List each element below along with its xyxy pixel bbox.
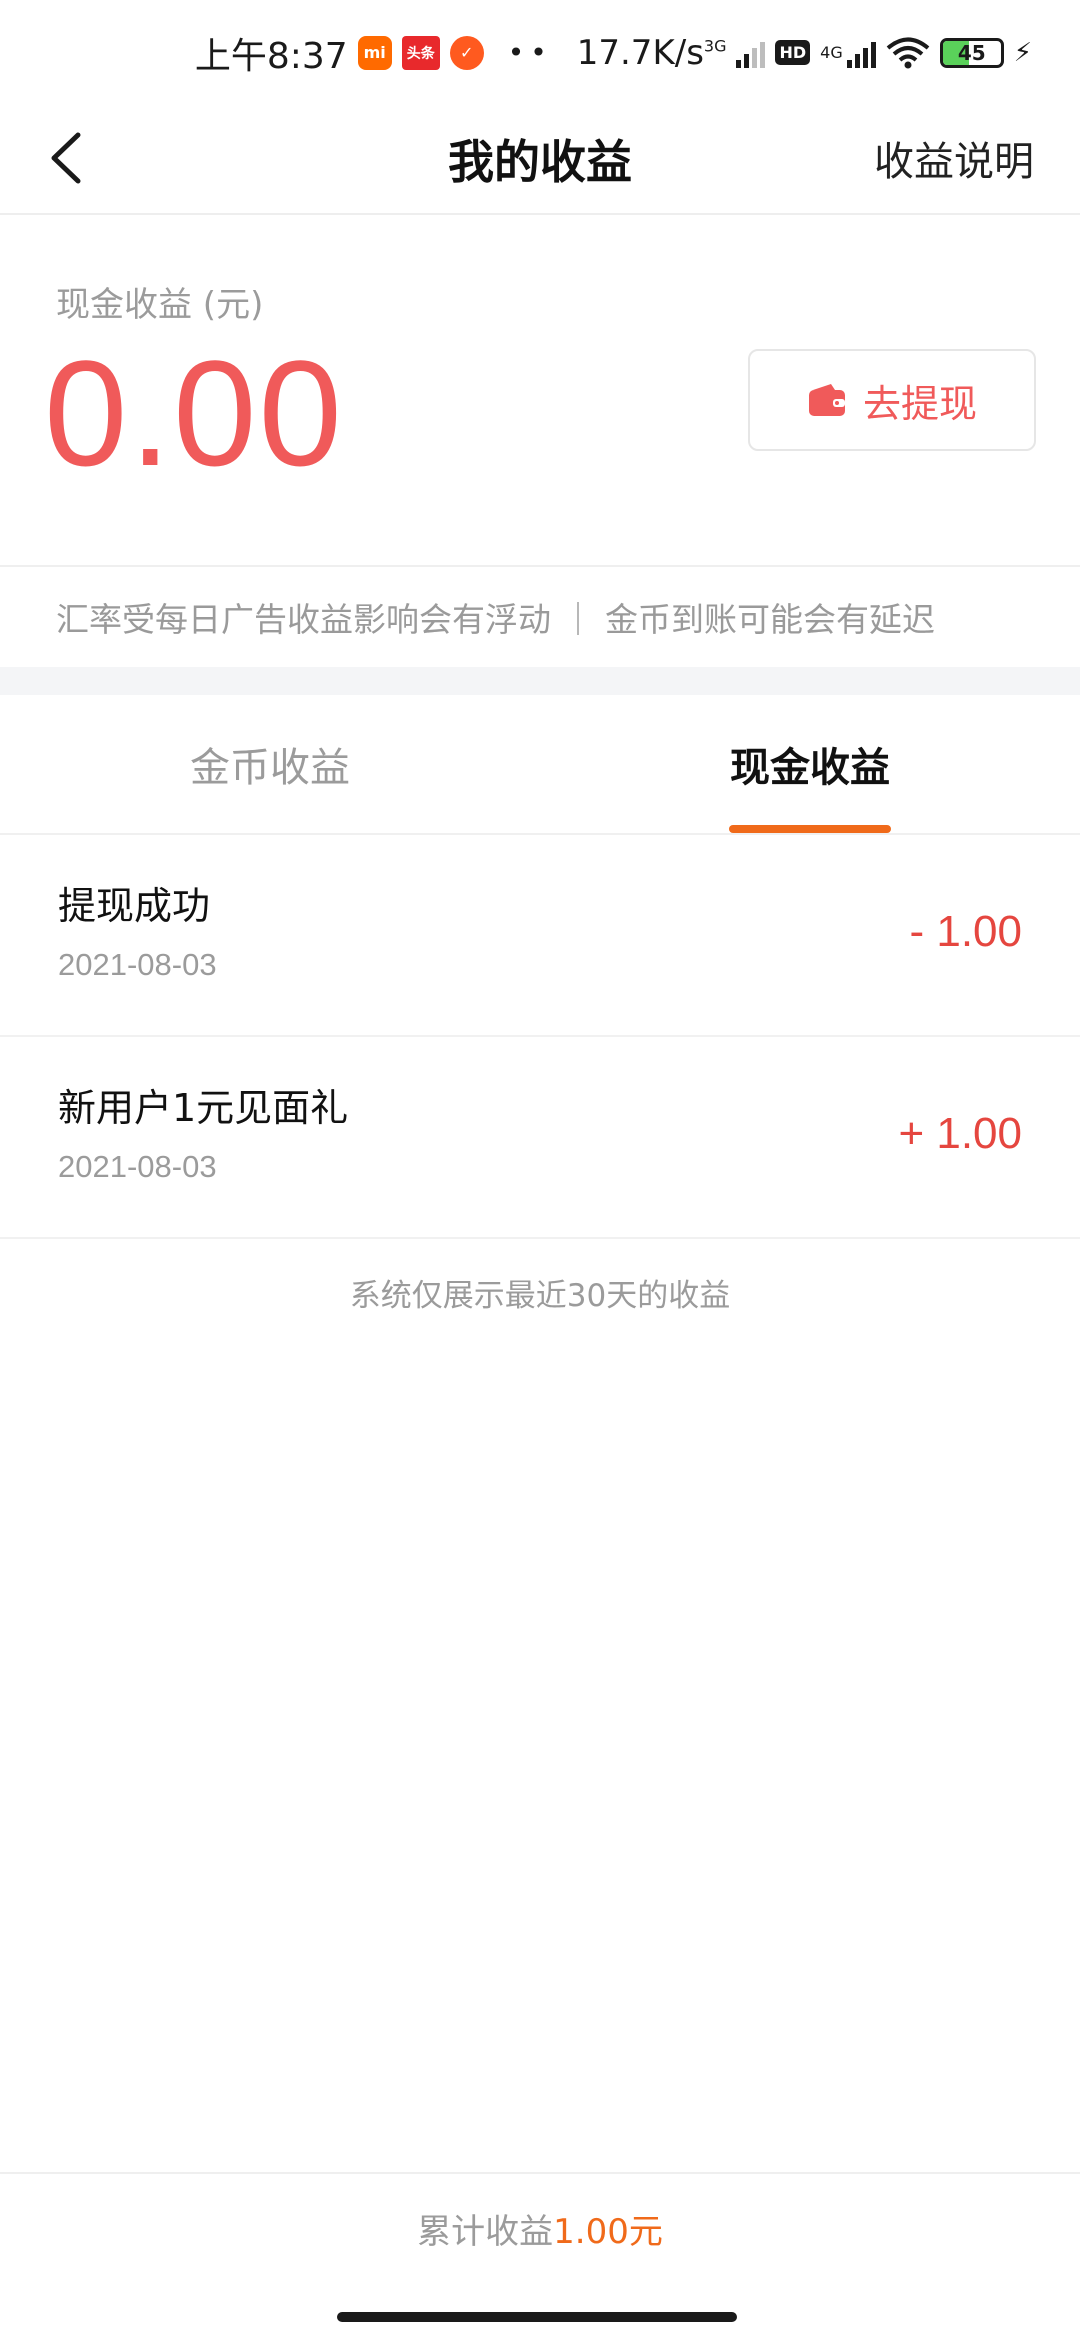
record-amount: - 1.00 — [909, 907, 1022, 956]
back-arrow-icon[interactable] — [40, 123, 100, 193]
status-time: 上午8:37 — [194, 35, 348, 77]
top-nav-bar: 我的收益 收益说明 — [0, 105, 1080, 215]
list-footnote: 系统仅展示最近30天的收益 — [349, 1278, 731, 1314]
tab-coin-earnings-label: 金币收益 — [190, 745, 350, 791]
signal-2-icon — [846, 38, 876, 68]
record-title: 新用户1元见面礼 — [58, 1086, 349, 1130]
signal-1-icon — [736, 38, 766, 68]
record-amount: + 1.00 — [898, 1109, 1022, 1158]
earnings-tabs: 金币收益 现金收益 — [0, 695, 1080, 835]
more-notifications-icon: •• — [507, 36, 553, 69]
total-earnings-bar: 累计收益 1.00元 — [0, 2172, 1080, 2282]
network-type-2: 4G — [820, 43, 843, 62]
battery-icon: 45 — [939, 37, 1004, 68]
red-app-icon: ✓ — [449, 35, 484, 70]
network-type-1: 3G — [703, 36, 727, 56]
tab-cash-earnings-label: 现金收益 — [730, 745, 890, 791]
charging-bolt-icon: ⚡ — [1013, 37, 1032, 68]
tab-cash-earnings[interactable]: 现金收益 — [540, 695, 1080, 833]
network-speed: 17.7K/s3G — [577, 33, 727, 73]
list-item: 提现成功 2021-08-03 - 1.00 — [0, 835, 1080, 1037]
balance-amount: 0.00 — [44, 329, 344, 497]
record-title: 提现成功 — [58, 884, 211, 928]
battery-level: 45 — [957, 40, 986, 65]
tab-coin-earnings[interactable]: 金币收益 — [0, 695, 540, 833]
wifi-icon — [886, 37, 930, 68]
active-tab-indicator — [729, 825, 891, 833]
hd-icon: HD — [775, 40, 811, 65]
withdraw-label: 去提现 — [862, 381, 977, 426]
earnings-record-list: 提现成功 2021-08-03 - 1.00 新用户1元见面礼 2021-08-… — [0, 835, 1080, 1239]
record-date: 2021-08-03 — [58, 947, 217, 982]
earnings-rules-link[interactable]: 收益说明 — [874, 129, 1034, 187]
status-bar: 上午8:37 mi 头条 ✓ •• 17.7K/s3G HD 4G 45 ⚡ — [0, 0, 1080, 105]
toutiao-app-icon: 头条 — [401, 35, 440, 70]
page-title: 我的收益 — [448, 135, 632, 189]
total-earnings-label: 累计收益 — [417, 2211, 554, 2252]
mi-app-icon: mi — [357, 35, 392, 70]
balance-card: 现金收益 (元) 0.00 去提现 — [0, 217, 1080, 565]
earnings-page: 上午8:37 mi 头条 ✓ •• 17.7K/s3G HD 4G 45 ⚡ 我… — [0, 0, 1080, 2340]
exchange-rate-notice: 汇率受每日广告收益影响会有浮动 ｜ 金币到账可能会有延迟 — [0, 565, 1080, 667]
wallet-icon — [808, 384, 845, 416]
network-speed-value: 17.7K/s — [576, 32, 704, 73]
total-earnings-value: 1.00元 — [553, 2211, 663, 2252]
home-indicator[interactable] — [337, 2312, 737, 2322]
balance-label: 现金收益 (元) — [56, 285, 264, 325]
record-date: 2021-08-03 — [58, 1149, 217, 1184]
list-item: 新用户1元见面礼 2021-08-03 + 1.00 — [0, 1037, 1080, 1239]
withdraw-button[interactable]: 去提现 — [748, 349, 1036, 451]
section-divider — [0, 667, 1080, 695]
